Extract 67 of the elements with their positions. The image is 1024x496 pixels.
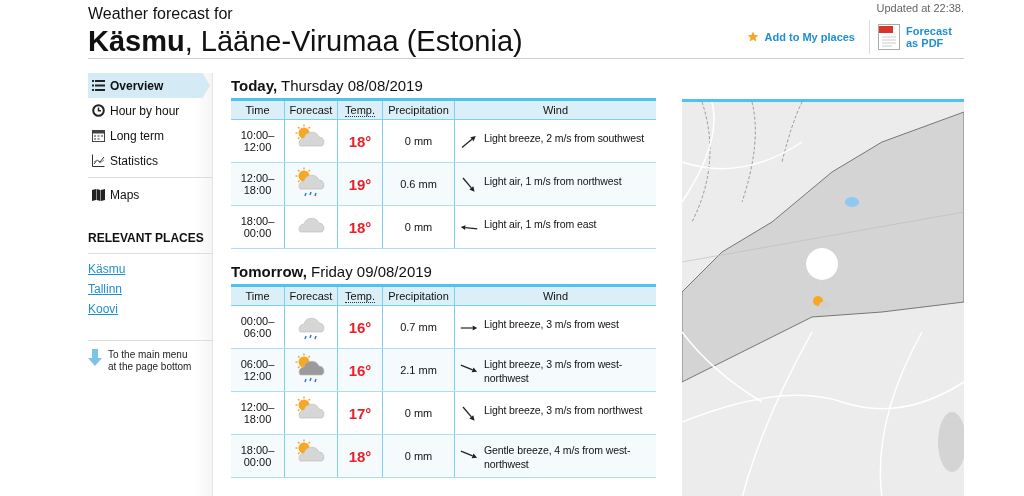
- precipitation: 0 mm: [404, 135, 433, 147]
- pdf-link[interactable]: Forecast as PDF: [878, 24, 964, 50]
- wind-description: Light breeze, 3 m/s from west-northwest: [484, 357, 624, 385]
- page-subtitle: Weather forecast for: [88, 5, 234, 23]
- time-range: 10:00– 12:00: [240, 129, 275, 153]
- wind-arrow-icon: [458, 224, 480, 232]
- nav-item[interactable]: Long term: [88, 123, 212, 148]
- temperature: 18°: [348, 447, 372, 465]
- temperature: 16°: [348, 361, 372, 379]
- wind-description: Light breeze, 3 m/s from northwest: [484, 403, 643, 417]
- precipitation: 0 mm: [404, 407, 433, 419]
- pdf-icon: [878, 24, 900, 50]
- precipitation: 0.6 mm: [400, 178, 437, 190]
- nav-item[interactable]: Hour by hour: [88, 98, 212, 123]
- weather-icon: [294, 353, 328, 385]
- column-header: Time: [245, 104, 270, 116]
- column-header: Precipitation: [388, 290, 449, 302]
- main-menu-link[interactable]: To the main menu at the page bottom: [88, 340, 212, 373]
- temperature: 18°: [348, 132, 372, 150]
- column-header: Temp.: [345, 104, 375, 117]
- day-heading: Today, Thursday 08/08/2019: [231, 77, 424, 94]
- temperature: 17°: [348, 404, 372, 422]
- nav-icon: [92, 129, 105, 142]
- column-header: Precipitation: [388, 104, 449, 116]
- place-link[interactable]: Koovi: [88, 302, 119, 316]
- column-header: Wind: [542, 290, 569, 302]
- time-range: 18:00– 00:00: [240, 444, 275, 468]
- column-header: Forecast: [289, 104, 333, 116]
- page-title: Käsmu, Lääne-Virumaa (Estonia): [88, 24, 523, 58]
- wind-description: Gentle breeze, 4 m/s from west-northwest: [484, 443, 632, 471]
- temperature: 16°: [348, 318, 372, 336]
- precipitation: 2.1 mm: [400, 364, 437, 376]
- place-link[interactable]: Tallinn: [88, 282, 123, 296]
- time-range: 18:00– 00:00: [240, 215, 275, 239]
- column-header: Wind: [542, 104, 569, 116]
- column-header: Forecast: [289, 290, 333, 302]
- time-range: 12:00– 18:00: [240, 401, 275, 425]
- wind-arrow-icon: [459, 133, 479, 151]
- nav-item[interactable]: Overview: [88, 73, 210, 98]
- nav-icon: [92, 188, 105, 201]
- temperature: 19°: [348, 175, 372, 193]
- nav-icon: [92, 104, 105, 117]
- place-link[interactable]: Käsmu: [88, 262, 126, 276]
- wind-description: Light air, 1 m/s from northwest: [484, 174, 622, 188]
- column-header: Temp.: [345, 290, 375, 303]
- time-range: 00:00– 06:00: [240, 315, 275, 339]
- time-range: 06:00– 12:00: [240, 358, 275, 382]
- nav-item[interactable]: Maps: [88, 182, 212, 207]
- precipitation: 0.7 mm: [400, 321, 437, 333]
- arrow-down-icon: [88, 349, 102, 366]
- column-header: Time: [245, 290, 270, 302]
- places-heading: RELEVANT PLACES: [88, 231, 212, 254]
- precipitation: 0 mm: [404, 221, 433, 233]
- nav-icon: [92, 154, 105, 167]
- wind-description: Light breeze, 2 m/s from southwest: [484, 131, 644, 145]
- updated-time: Updated at 22:38.: [876, 2, 964, 14]
- wind-description: Light air, 1 m/s from east: [484, 217, 597, 231]
- nav-icon: [92, 79, 105, 92]
- weather-icon: [294, 167, 328, 199]
- time-range: 12:00– 18:00: [240, 172, 275, 196]
- wind-description: Light breeze, 3 m/s from west: [484, 317, 619, 331]
- add-to-places-link[interactable]: Add to My places: [746, 31, 855, 43]
- nav-item[interactable]: Statistics: [88, 148, 212, 173]
- precipitation: 0 mm: [404, 450, 433, 462]
- temperature: 18°: [348, 218, 372, 236]
- day-heading: Tomorrow, Friday 09/08/2019: [231, 263, 433, 280]
- star-icon: [746, 31, 759, 43]
